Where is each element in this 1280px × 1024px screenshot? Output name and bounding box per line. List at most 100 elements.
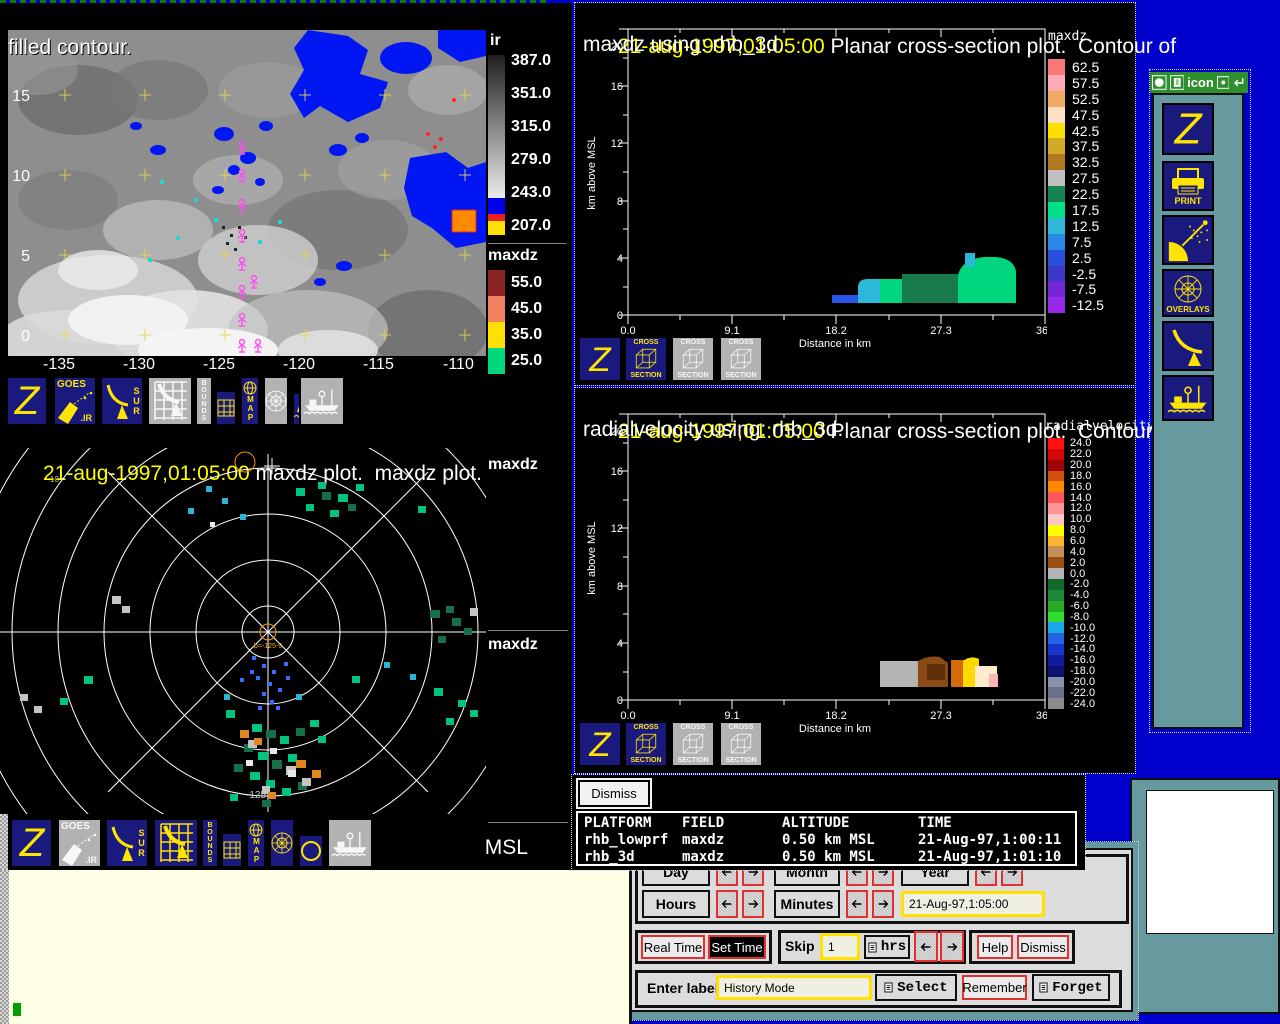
map-label: MAP	[252, 837, 260, 864]
south-axis-label: -125	[246, 790, 266, 801]
y-axis-title: km above MSL	[586, 136, 598, 209]
ship-icon	[1165, 379, 1211, 417]
bounds-button[interactable]: BOUNDS	[195, 376, 213, 426]
svg-text:18.2: 18.2	[825, 325, 846, 337]
colorbar-title: maxdz	[488, 456, 538, 474]
polar-grid-button[interactable]	[263, 376, 289, 426]
help-button[interactable]: Help	[977, 935, 1013, 959]
skip-units-button[interactable]: hrs	[864, 935, 910, 959]
hours-button[interactable]: Hours	[642, 890, 710, 918]
menu-icon	[884, 982, 893, 993]
skip-back-button[interactable]	[914, 931, 938, 962]
forget-button[interactable]: Forget	[1032, 974, 1110, 1001]
range-ring-button[interactable]	[298, 834, 324, 868]
grid-radar-button[interactable]	[147, 376, 193, 426]
zeb-logo-button[interactable]: Z	[1162, 103, 1214, 155]
ship-icon	[301, 381, 343, 421]
minutes-back-button[interactable]	[846, 890, 868, 918]
svg-text:Z: Z	[14, 379, 41, 423]
minutes-button[interactable]: Minutes	[774, 890, 840, 918]
radar-button[interactable]	[1162, 321, 1214, 371]
ppi-plot: b=-125-9 -125 10	[0, 448, 486, 814]
ship-button[interactable]	[299, 376, 345, 426]
sat-colorbar-panel: ir 387.0 351.0 315.0 279.0 243.0 207.0 m…	[486, 30, 572, 377]
set-time-button[interactable]: Set Time	[708, 935, 766, 959]
terminal-scrollbar[interactable]	[0, 868, 9, 1024]
svg-text:Z: Z	[18, 821, 45, 865]
select-button[interactable]: Select	[875, 974, 957, 1001]
grid-radar-button[interactable]	[153, 818, 199, 868]
real-time-button[interactable]: Real Time	[641, 935, 705, 959]
goes-ir-button[interactable]: GOES .IR	[53, 376, 97, 426]
ship-button[interactable]	[327, 818, 373, 868]
svg-text:36: 36	[1036, 710, 1047, 722]
print-label: PRINT	[1175, 196, 1202, 206]
zeb-logo-button[interactable]: Z	[578, 721, 622, 767]
zeb-logo-button[interactable]: Z	[6, 376, 48, 426]
table-row: rhb_lowprfmaxdz0.50 km MSL21-Aug-97,1:00…	[584, 832, 1075, 849]
label-value-field[interactable]: History Mode	[716, 975, 872, 1000]
grid-icon	[217, 399, 235, 417]
print-button[interactable]: PRINT	[1162, 161, 1214, 211]
palette-titlebar[interactable]: icon	[1150, 72, 1248, 93]
window-return-icon[interactable]	[1232, 76, 1246, 90]
zeb-logo-button[interactable]: Z	[10, 818, 53, 868]
hours-forward-button[interactable]	[742, 890, 764, 918]
cross-section-button-active[interactable]: CROSS SECTION	[624, 336, 668, 382]
cube-icon	[728, 731, 754, 757]
sat-toolbar: Z GOES .IR SUR	[0, 374, 572, 428]
time-value-field[interactable]: 21-Aug-97,1:05:00	[901, 891, 1045, 917]
ir-colorbar-label: ir	[490, 32, 501, 50]
dismiss-button[interactable]: Dismiss	[578, 780, 650, 807]
surveillance-radar-button[interactable]: SUR	[105, 818, 149, 868]
cube-icon	[728, 346, 754, 372]
window-menu-icon[interactable]	[1152, 75, 1167, 90]
satellite-icon	[1165, 217, 1211, 263]
background-window	[1130, 778, 1280, 1014]
surveillance-radar-button[interactable]: SUR	[100, 376, 144, 426]
cross-section-button[interactable]: CROSS SECTION	[719, 721, 763, 767]
satellite-button[interactable]	[1162, 215, 1214, 265]
minutes-forward-button[interactable]	[872, 890, 894, 918]
ir-colorbar-ticks: 387.0 351.0 315.0 279.0 243.0 207.0	[511, 52, 551, 250]
ir-enhance-yellow	[488, 221, 505, 235]
goes-ir-button[interactable]: GOES .IR	[57, 818, 102, 868]
window-doc-icon[interactable]	[1170, 75, 1185, 90]
cross-section-button[interactable]: CROSS SECTION	[671, 721, 715, 767]
icon-palette-window: icon Z PRINT	[1150, 70, 1250, 732]
menu-icon	[868, 942, 877, 953]
enter-label-text: Enter label:	[647, 980, 723, 996]
cross-section-plot: 20 16 12 8 4 0 0.0 9.1 18.2 27.3 36 km a…	[575, 3, 1047, 385]
zeb-logo-button[interactable]: Z	[578, 336, 622, 382]
map-button[interactable]: MAP	[240, 376, 260, 426]
hours-back-button[interactable]	[716, 890, 738, 918]
skip-value-field[interactable]: 1	[820, 933, 860, 960]
y-axis-title: km above MSL	[586, 521, 598, 594]
grid-small-button[interactable]	[221, 832, 243, 868]
cross-section-button[interactable]: CROSS SECTION	[671, 336, 715, 382]
skip-forward-button[interactable]	[940, 931, 964, 962]
cross-section-plot: 20 16 12 8 4 0 0.0 9.1 18.2 27.3 36 km a…	[575, 388, 1047, 773]
map-button[interactable]: MAP	[246, 818, 266, 868]
polar-grid-button[interactable]	[269, 818, 295, 868]
bounds-button[interactable]: BOUNDS	[201, 818, 219, 868]
time-controller-panel: Day Month Year Hours Minutes 21-Aug-97,1…	[624, 848, 1133, 1012]
window-iconify-icon[interactable]	[1217, 76, 1230, 89]
maxdz-colorbar-label: maxdz	[488, 247, 538, 265]
cross-section-button[interactable]: CROSS SECTION	[719, 336, 763, 382]
ir-label: .IR	[85, 855, 97, 865]
terminal-window[interactable]	[0, 866, 632, 1024]
remember-button[interactable]: Remember	[962, 975, 1027, 1000]
maxdz-colorbar: 62.5 57.5 52.5 47.5 42.5 37.5	[1048, 59, 1132, 313]
title-overflow-line: filled contour.	[8, 33, 132, 62]
cross-section-button-active[interactable]: CROSS SECTION	[624, 721, 668, 767]
map-label: MAP	[246, 395, 254, 422]
corner-annotation: 10	[50, 475, 59, 484]
ship-button[interactable]	[1162, 375, 1214, 421]
overlays-button[interactable]: OVERLAYS	[1162, 269, 1214, 317]
grid-small-button[interactable]	[215, 390, 237, 426]
dismiss-button[interactable]: Dismiss	[1017, 935, 1069, 959]
svg-text:18.2: 18.2	[825, 710, 846, 722]
ir-colorbar	[488, 55, 505, 198]
window-resize-strip[interactable]	[0, 814, 8, 870]
